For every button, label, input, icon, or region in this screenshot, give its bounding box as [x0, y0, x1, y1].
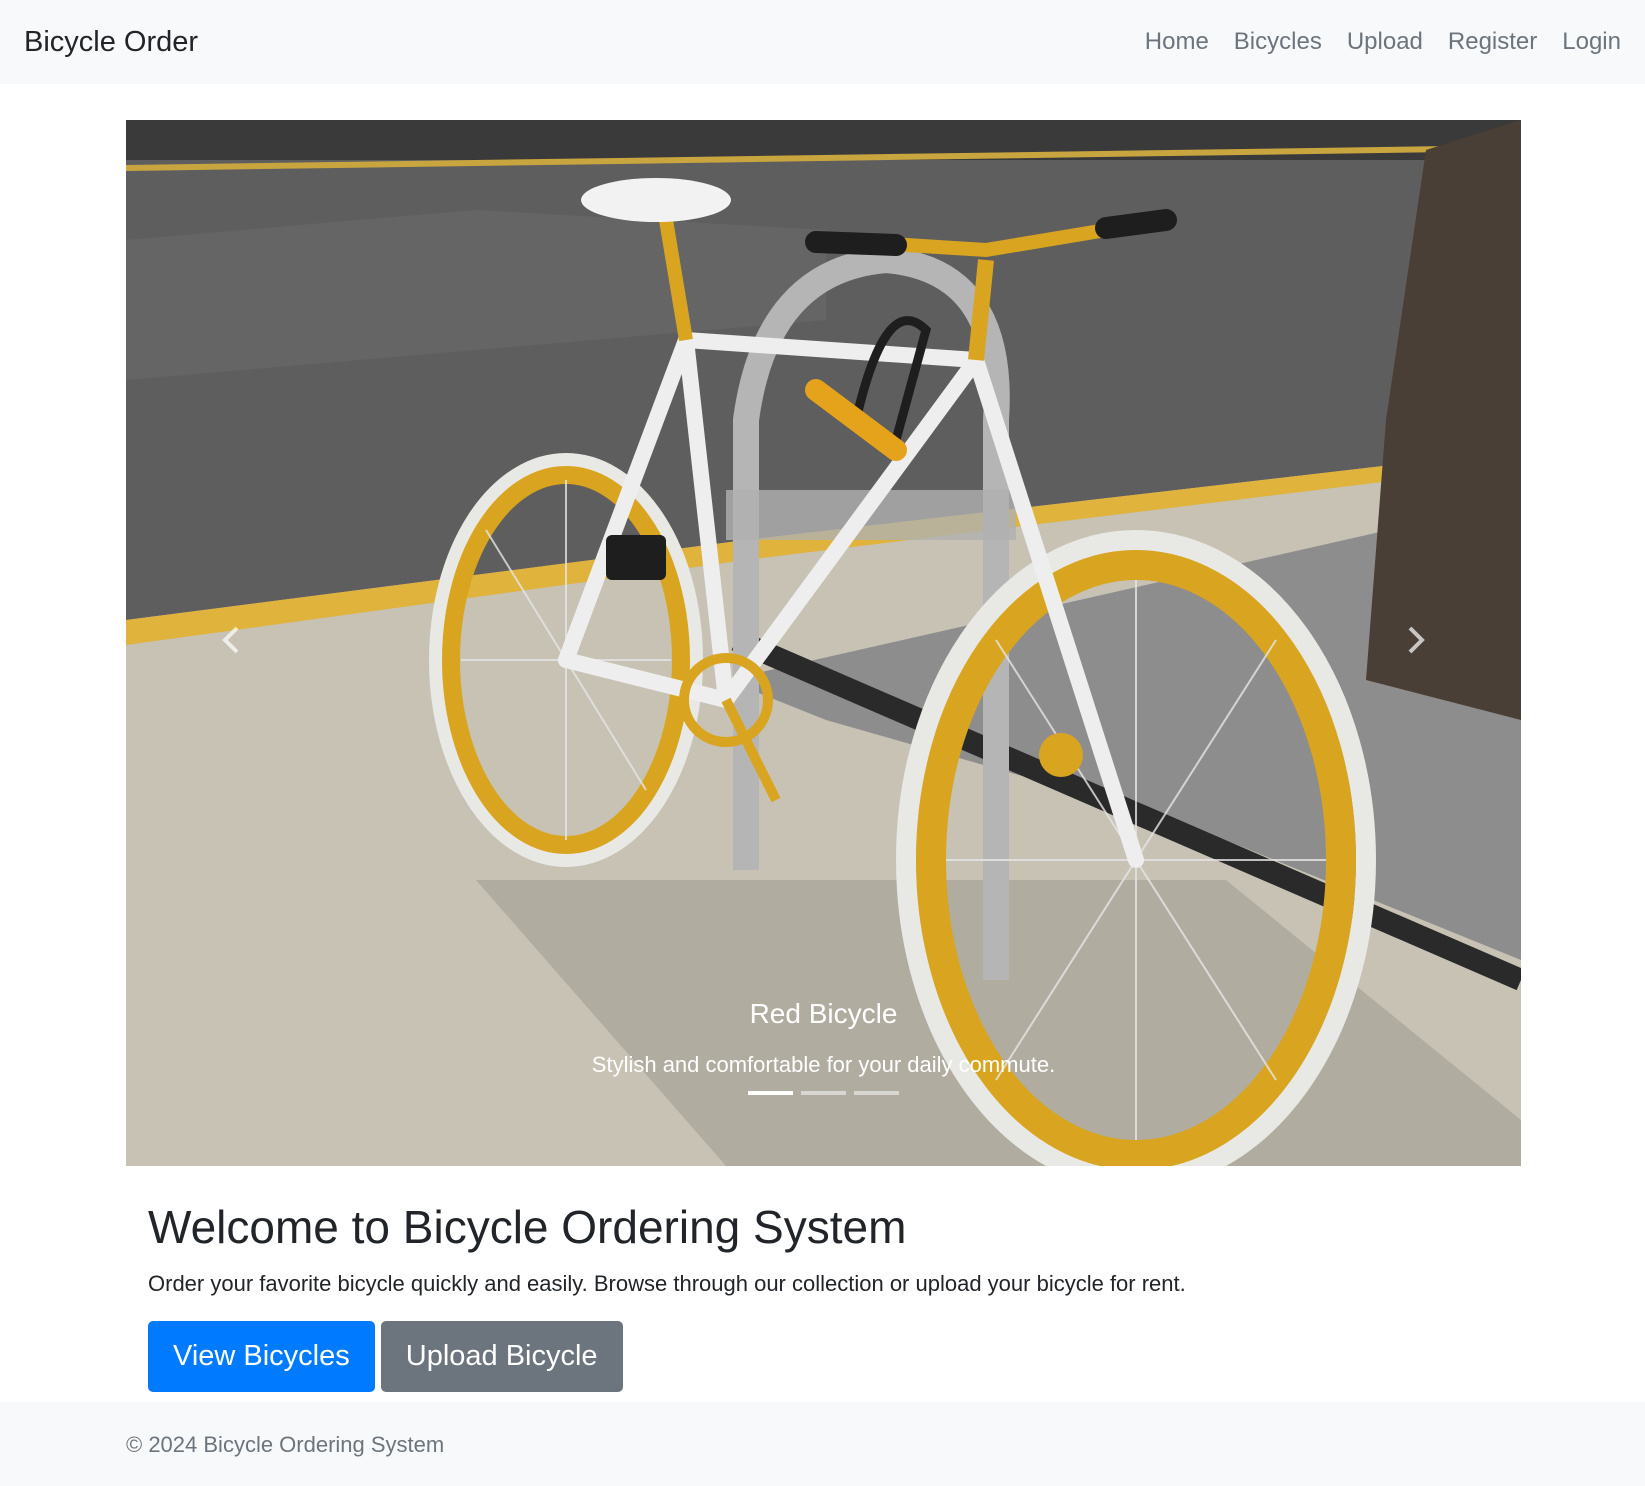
upload-bicycle-button[interactable]: Upload Bicycle: [380, 1321, 623, 1393]
carousel-next-button[interactable]: [1356, 590, 1476, 690]
nav-bicycles-link[interactable]: Bicycles: [1234, 28, 1322, 56]
lead-text: Order your favorite bicycle quickly and …: [148, 1271, 1186, 1297]
intro-section: Welcome to Bicycle Ordering System Order…: [148, 1200, 1186, 1393]
footer: © 2024 Bicycle Ordering System: [0, 1402, 1645, 1486]
nav-register-link[interactable]: Register: [1448, 28, 1537, 56]
nav-login-link[interactable]: Login: [1562, 28, 1621, 56]
view-bicycles-button[interactable]: View Bicycles: [148, 1321, 375, 1393]
carousel-indicator[interactable]: [748, 1091, 793, 1095]
nav-links: Home Bicycles Upload Register Login: [1120, 28, 1621, 56]
brand-link[interactable]: Bicycle Order: [24, 26, 198, 59]
carousel-prev-button[interactable]: [171, 590, 291, 690]
nav-upload-link[interactable]: Upload: [1347, 28, 1423, 56]
chevron-left-icon: [222, 626, 239, 654]
nav-home-link[interactable]: Home: [1145, 28, 1209, 56]
footer-copyright: © 2024 Bicycle Ordering System: [126, 1432, 445, 1457]
carousel: Red Bicycle Stylish and comfortable for …: [126, 120, 1521, 1166]
carousel-indicator[interactable]: [801, 1091, 846, 1095]
action-buttons: View Bicycles Upload Bicycle: [148, 1321, 1186, 1393]
page-title: Welcome to Bicycle Ordering System: [148, 1201, 907, 1253]
chevron-right-icon: [1408, 626, 1425, 654]
carousel-indicators: [126, 1091, 1521, 1095]
carousel-indicator[interactable]: [854, 1091, 899, 1095]
navbar: Bicycle Order Home Bicycles Upload Regis…: [0, 0, 1645, 84]
slide-caption-text: Stylish and comfortable for your daily c…: [591, 1052, 1056, 1077]
slide-caption-title: Red Bicycle: [749, 998, 898, 1029]
